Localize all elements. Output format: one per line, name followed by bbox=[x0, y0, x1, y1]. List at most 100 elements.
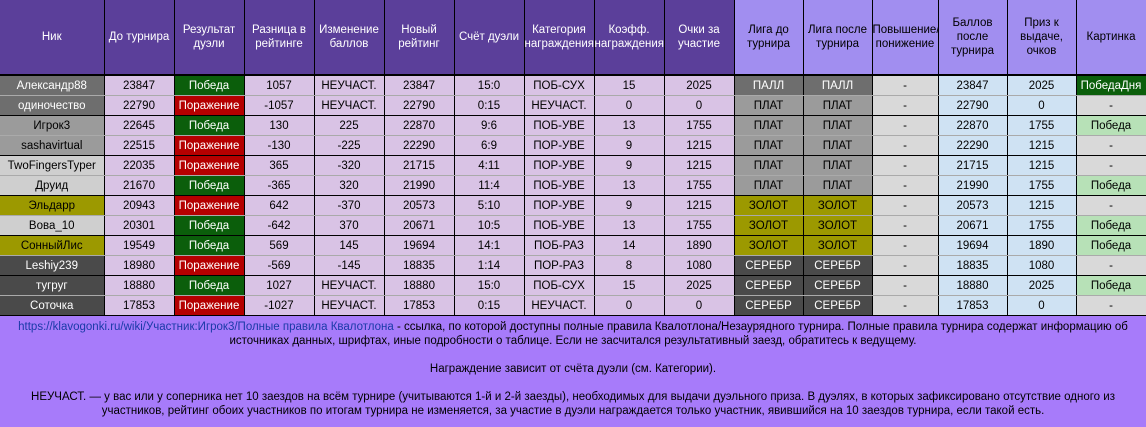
score-cell: 0:15 bbox=[454, 95, 525, 116]
nick-cell: Соточка bbox=[0, 295, 105, 316]
promo-cell: - bbox=[872, 75, 939, 96]
change-cell: -145 bbox=[314, 255, 385, 276]
diff-cell: -642 bbox=[244, 215, 315, 236]
promo-cell: - bbox=[872, 135, 939, 156]
score-cell: 9:6 bbox=[454, 115, 525, 136]
result-cell: Поражение bbox=[174, 155, 245, 176]
new-rating-cell: 22870 bbox=[384, 115, 455, 136]
col-header-prize: Приз к выдаче, очков bbox=[1007, 0, 1077, 76]
coef-cell: 15 bbox=[594, 275, 665, 296]
league-after-cell: ПЛАТ bbox=[803, 95, 873, 116]
col-header-points: Очки за участие bbox=[664, 0, 735, 76]
league-before-cell: ЗОЛОТ bbox=[734, 195, 804, 216]
result-cell: Поражение bbox=[174, 255, 245, 276]
category-cell: ПОБ-УВЕ bbox=[524, 175, 595, 196]
rules-footer: https://klavogonki.ru/wiki/Участник:Игро… bbox=[0, 316, 1146, 427]
league-before-cell: ПЛАТ bbox=[734, 95, 804, 116]
points-cell: 0 bbox=[664, 295, 735, 316]
league-after-cell: ПЛАТ bbox=[803, 175, 873, 196]
league-before-cell: ПЛАТ bbox=[734, 115, 804, 136]
league-before-cell: ПАЛЛ bbox=[734, 75, 804, 96]
table-row: Leshiy239 18980 Поражение -569 -145 18835 1:14… bbox=[0, 255, 1146, 276]
diff-cell: 642 bbox=[244, 195, 315, 216]
score-cell: 15:0 bbox=[454, 275, 525, 296]
result-cell: Поражение bbox=[174, 95, 245, 116]
promo-cell: - bbox=[872, 175, 939, 196]
rules-link[interactable]: https://klavogonki.ru/wiki/Участник:Игро… bbox=[18, 321, 394, 333]
result-cell: Победа bbox=[174, 275, 245, 296]
points-cell: 2025 bbox=[664, 75, 735, 96]
nick-cell: СонныйЛис bbox=[0, 235, 105, 256]
prize-cell: 0 bbox=[1007, 95, 1077, 116]
category-cell: ПОР-УВЕ bbox=[524, 135, 595, 156]
picture-cell: Победа bbox=[1076, 235, 1146, 256]
league-after-cell: ЗОЛОТ bbox=[803, 235, 873, 256]
before-cell: 18880 bbox=[104, 275, 175, 296]
before-cell: 22790 bbox=[104, 95, 175, 116]
col-header-league-before: Лига до турнира bbox=[734, 0, 804, 76]
prize-cell: 1215 bbox=[1007, 195, 1077, 216]
nick-cell: Вова_10 bbox=[0, 215, 105, 236]
after-points-cell: 20671 bbox=[938, 215, 1008, 236]
coef-cell: 13 bbox=[594, 215, 665, 236]
points-cell: 1755 bbox=[664, 215, 735, 236]
after-points-cell: 18835 bbox=[938, 255, 1008, 276]
nick-cell: Друид bbox=[0, 175, 105, 196]
after-points-cell: 22870 bbox=[938, 115, 1008, 136]
table-row: Соточка 17853 Поражение -1027 НЕУЧАСТ. 17853 0… bbox=[0, 295, 1146, 316]
before-cell: 23847 bbox=[104, 75, 175, 96]
table-row: СонныйЛис 19549 Победа 569 145 19694 14:1 ПОБ-Р… bbox=[0, 235, 1146, 256]
nick-cell: тугруг bbox=[0, 275, 105, 296]
col-header-category: Категория награждения bbox=[524, 0, 595, 76]
result-cell: Победа bbox=[174, 215, 245, 236]
prize-cell: 1890 bbox=[1007, 235, 1077, 256]
picture-cell: - bbox=[1076, 135, 1146, 156]
result-cell: Поражение bbox=[174, 135, 245, 156]
prize-cell: 0 bbox=[1007, 295, 1077, 316]
footer-line-3: НЕУЧАСТ. — у вас или у соперника нет 10 … bbox=[31, 391, 1115, 417]
league-before-cell: СЕРЕБР bbox=[734, 295, 804, 316]
change-cell: -370 bbox=[314, 195, 385, 216]
picture-cell: Победа bbox=[1076, 175, 1146, 196]
picture-cell: ПобедаДня bbox=[1076, 75, 1146, 96]
new-rating-cell: 21715 bbox=[384, 155, 455, 176]
col-header-score: Счёт дуэли bbox=[454, 0, 525, 76]
new-rating-cell: 22790 bbox=[384, 95, 455, 116]
league-before-cell: ПЛАТ bbox=[734, 135, 804, 156]
before-cell: 22645 bbox=[104, 115, 175, 136]
points-cell: 1755 bbox=[664, 115, 735, 136]
new-rating-cell: 17853 bbox=[384, 295, 455, 316]
league-after-cell: ПЛАТ bbox=[803, 115, 873, 136]
after-points-cell: 18880 bbox=[938, 275, 1008, 296]
category-cell: ПОБ-УВЕ bbox=[524, 115, 595, 136]
nick-cell: Leshiy239 bbox=[0, 255, 105, 276]
diff-cell: 1027 bbox=[244, 275, 315, 296]
score-cell: 5:10 bbox=[454, 195, 525, 216]
nick-cell: Игрок3 bbox=[0, 115, 105, 136]
footer-line-1: https://klavogonki.ru/wiki/Участник:Игро… bbox=[10, 320, 1136, 348]
after-points-cell: 23847 bbox=[938, 75, 1008, 96]
before-cell: 20943 bbox=[104, 195, 175, 216]
diff-cell: -1057 bbox=[244, 95, 315, 116]
picture-cell: Победа bbox=[1076, 115, 1146, 136]
new-rating-cell: 20671 bbox=[384, 215, 455, 236]
prize-cell: 1215 bbox=[1007, 155, 1077, 176]
prize-cell: 1755 bbox=[1007, 115, 1077, 136]
diff-cell: 130 bbox=[244, 115, 315, 136]
table-row: Игрок3 22645 Победа 130 225 22870 9:6 ПОБ-УВЕ 13… bbox=[0, 115, 1146, 136]
promo-cell: - bbox=[872, 195, 939, 216]
category-cell: ПОБ-СУХ bbox=[524, 275, 595, 296]
promo-cell: - bbox=[872, 295, 939, 316]
promo-cell: - bbox=[872, 155, 939, 176]
league-after-cell: ПАЛЛ bbox=[803, 75, 873, 96]
prize-cell: 2025 bbox=[1007, 75, 1077, 96]
change-cell: -320 bbox=[314, 155, 385, 176]
league-before-cell: СЕРЕБР bbox=[734, 275, 804, 296]
picture-cell: - bbox=[1076, 95, 1146, 116]
picture-cell: - bbox=[1076, 295, 1146, 316]
change-cell: 320 bbox=[314, 175, 385, 196]
col-header-diff: Разница в рейтинге bbox=[244, 0, 315, 76]
table-row: тугруг 18880 Победа 1027 НЕУЧАСТ. 18880 15:0 ПО… bbox=[0, 275, 1146, 296]
before-cell: 21670 bbox=[104, 175, 175, 196]
nick-cell: одиночество bbox=[0, 95, 105, 116]
